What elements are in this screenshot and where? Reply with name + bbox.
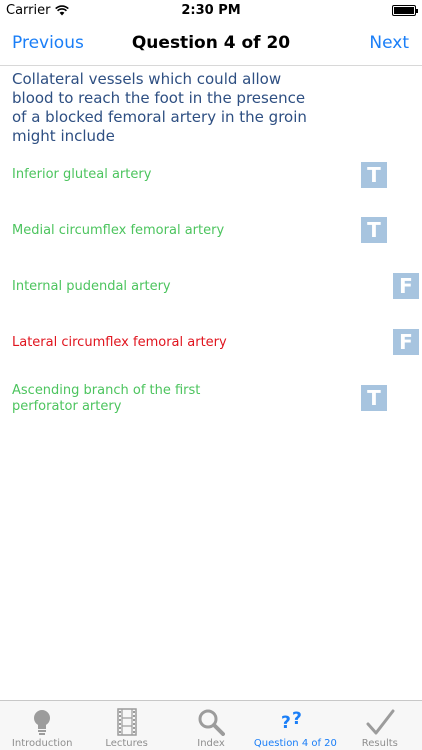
tab-results[interactable]: Results [338,701,422,750]
false-badge[interactable]: F [393,329,419,355]
tab-label: Results [361,738,398,749]
answer-text[interactable]: Lateral circumflex femoral artery [12,335,252,351]
true-badge[interactable]: T [361,217,387,243]
tab-label: Index [197,738,225,749]
tab-introduction[interactable]: Introduction [0,701,84,750]
tab-label: Introduction [11,738,73,749]
tab-bar: Introduction Lectures Index ? ? Question… [0,700,422,750]
question-icon: ? ? [280,707,310,737]
false-badge[interactable]: F [393,273,419,299]
previous-button[interactable]: Previous [12,33,84,53]
status-bar: Carrier 2:30 PM [0,0,422,22]
answer-text[interactable]: Medial circumflex femoral artery [12,223,252,239]
true-badge[interactable]: T [361,162,387,188]
svg-text:?: ? [281,713,291,733]
question-text: Collateral vessels which could allow blo… [12,70,307,145]
navigation-bar: Previous Question 4 of 20 Next [0,22,422,66]
clock: 2:30 PM [181,3,241,18]
tab-label: Lectures [105,738,148,749]
tab-lectures[interactable]: Lectures [84,701,168,750]
answer-text[interactable]: Ascending branch of the first perforator… [12,383,212,415]
tab-label: Question 4 of 20 [253,738,337,749]
tab-question[interactable]: ? ? Question 4 of 20 [253,701,337,750]
checkmark-icon [365,707,395,737]
film-icon [112,707,142,737]
true-badge[interactable]: T [361,385,387,411]
answer-text[interactable]: Internal pudendal artery [12,279,252,295]
answer-text[interactable]: Inferior gluteal artery [12,167,252,183]
search-icon [196,707,226,737]
lightbulb-icon [27,707,57,737]
battery-icon [392,5,418,16]
svg-text:?: ? [292,710,302,729]
tab-index[interactable]: Index [169,701,253,750]
next-button[interactable]: Next [369,33,409,53]
